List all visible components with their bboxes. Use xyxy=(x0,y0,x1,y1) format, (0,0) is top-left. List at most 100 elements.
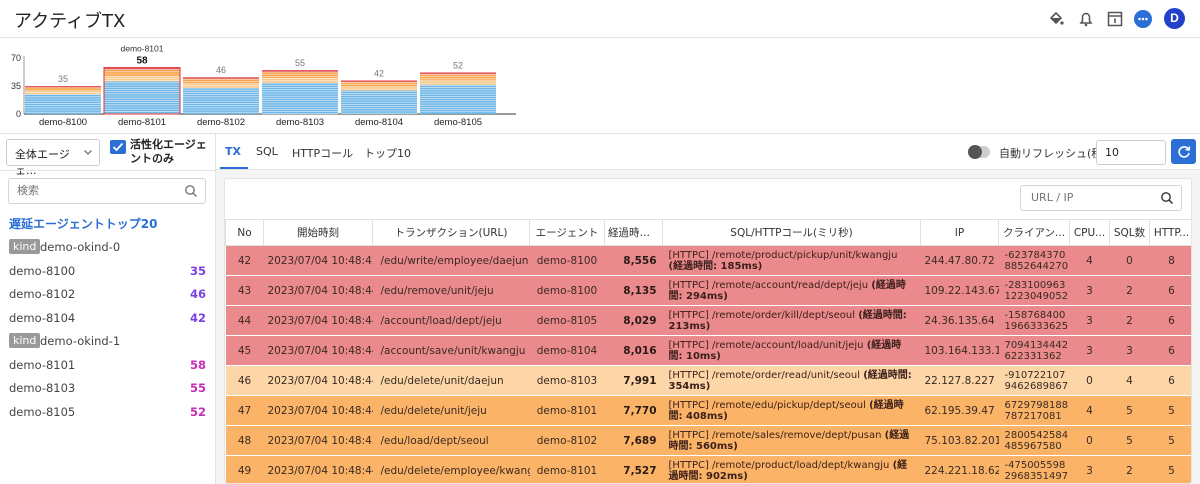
elapsed-time-cell: 8,135 xyxy=(604,275,663,306)
agent-cell: demo-8101 xyxy=(529,455,605,483)
bell-icon[interactable] xyxy=(1076,9,1096,29)
agent-name: demo-8100 xyxy=(9,263,76,278)
table-row[interactable]: 49 2023/07/04 10:48:44/edu/delete/employe… xyxy=(225,455,1191,483)
info-panel-icon[interactable] xyxy=(1105,9,1125,29)
transaction-url-cell: /edu/load/dept/seoul xyxy=(372,425,530,456)
sql-count-cell: 3 xyxy=(1109,335,1150,366)
x-tick-label: demo-8104 xyxy=(355,117,403,128)
sql-http-call-cell: [HTTPC] /remote/order/kill/dept/seoul (経… xyxy=(662,305,921,336)
sql-count-cell: 5 xyxy=(1109,425,1150,456)
top20-heading[interactable]: 遅延エージェントトップ20 xyxy=(9,215,157,232)
table-row[interactable]: 47 2023/07/04 10:48:44/edu/delete/unit/je… xyxy=(225,395,1191,426)
cpu-cell: 0 xyxy=(1069,425,1110,456)
app-header: アクティブTX D xyxy=(0,0,1200,38)
chart-svg: 0 35 70 35 demo-8100 58 demo-8101 demo-8101 46 de… xyxy=(11,44,516,128)
kind-badge: kind xyxy=(9,239,41,254)
column-header[interactable]: CPU... xyxy=(1069,219,1110,246)
elapsed-time-cell: 7,527 xyxy=(604,455,663,483)
sql-count-cell: 2 xyxy=(1109,455,1150,483)
transaction-url-cell: /account/load/dept/jeju xyxy=(372,305,530,336)
call-path: [HTTPC] /remote/product/load/dept/kwangj… xyxy=(668,459,890,471)
kind-group-row[interactable]: kind demo-okind-0 xyxy=(0,235,216,259)
tab-top10[interactable]: トップ10 xyxy=(364,145,411,161)
column-header[interactable]: HTTP... xyxy=(1149,219,1191,246)
url-ip-search-input[interactable] xyxy=(1031,191,1151,204)
table-header-row: No 開始時刻 トランザクション(URL) エージェント 経過時間... SQL/HTTP… xyxy=(225,219,1191,246)
tx-no-cell: 43 xyxy=(225,275,264,306)
table-row[interactable]: 42 2023/07/04 10:48:43/edu/write/employee… xyxy=(225,245,1191,276)
agent-filter-select[interactable]: 全体エージェ... xyxy=(6,139,100,177)
kind-badge: kind xyxy=(9,333,41,348)
column-header[interactable]: クライアン... xyxy=(998,219,1070,246)
agent-list-item[interactable]: demo-8105 52 xyxy=(0,400,216,424)
column-header[interactable]: 経過時間... xyxy=(604,219,663,246)
search-icon[interactable] xyxy=(1160,191,1174,208)
column-header[interactable]: SQL/HTTPコール(ミリ秒) xyxy=(662,219,921,246)
tab-http-call[interactable]: HTTPコール xyxy=(292,145,353,161)
ip-cell: 103.164.133.179 xyxy=(920,335,999,366)
agent-list-item[interactable]: demo-8101 58 xyxy=(0,353,216,377)
agent-list-item[interactable]: demo-8103 55 xyxy=(0,376,216,400)
start-time-cell: 2023/07/04 10:48:44 xyxy=(263,275,373,306)
column-header[interactable]: SQL数 xyxy=(1109,219,1150,246)
column-header[interactable]: 開始時刻 xyxy=(263,219,373,246)
sql-count-cell: 4 xyxy=(1109,365,1150,396)
agent-cell: demo-8103 xyxy=(529,365,605,396)
http-count-cell: 5 xyxy=(1149,395,1191,426)
tab-sql[interactable]: SQL xyxy=(256,145,278,158)
http-count-cell: 5 xyxy=(1149,455,1191,483)
tabs-bar: TX SQL HTTPコール トップ10 自動リフレッシュ(秒) 10 xyxy=(216,134,1200,170)
ip-cell: 22.127.8.227 xyxy=(920,365,999,396)
agent-cell: demo-8102 xyxy=(529,425,605,456)
cpu-cell: 3 xyxy=(1069,305,1110,336)
sql-http-call-cell: [HTTPC] /remote/product/load/dept/kwangj… xyxy=(662,455,921,483)
search-icon[interactable] xyxy=(184,184,198,201)
column-header[interactable]: IP xyxy=(920,219,999,246)
auto-refresh-toggle[interactable] xyxy=(968,145,990,159)
agent-name: demo-8102 xyxy=(9,287,76,301)
table-row[interactable]: 48 2023/07/04 10:48:43/edu/load/dept/seou… xyxy=(225,425,1191,456)
paint-bucket-icon[interactable] xyxy=(1046,9,1066,29)
x-tick-label: demo-8103 xyxy=(276,117,324,128)
call-path: [HTTPC] /remote/order/kill/dept/seoul xyxy=(668,309,856,321)
agent-list-item[interactable]: demo-8100 35 xyxy=(0,259,216,283)
divider xyxy=(0,170,216,171)
refresh-button[interactable] xyxy=(1171,139,1196,164)
http-count-cell: 8 xyxy=(1149,245,1191,276)
bar-segment xyxy=(25,94,101,114)
call-path: [HTTPC] /remote/sales/remove/dept/pusan xyxy=(668,429,882,441)
kind-group-row[interactable]: kind demo-okind-1 xyxy=(0,329,216,353)
table-row[interactable]: 43 2023/07/04 10:48:44/edu/remove/unit/je… xyxy=(225,275,1191,306)
transaction-url-cell: /edu/delete/unit/jeju xyxy=(372,395,530,426)
transaction-url-cell: /edu/write/employee/daejun xyxy=(372,245,530,276)
agent-tx-count: 58 xyxy=(189,357,206,372)
bar-segment xyxy=(183,77,259,80)
column-header[interactable]: トランザクション(URL) xyxy=(372,219,530,246)
agent-search-box[interactable] xyxy=(8,178,206,204)
table-row[interactable]: 46 2023/07/04 10:48:44/edu/delete/unit/da… xyxy=(225,365,1191,396)
agent-list: kind demo-okind-0 demo-8100 35 demo-8102 46 de… xyxy=(0,235,216,423)
bar-value-label: 58 xyxy=(136,56,148,67)
sql-http-call-cell: [HTTPC] /remote/edu/pickup/dept/seoul (経… xyxy=(662,395,921,426)
tx-no-cell: 42 xyxy=(225,245,264,276)
call-path: [HTTPC] /remote/edu/pickup/dept/seoul xyxy=(668,399,866,411)
chat-icon[interactable] xyxy=(1133,9,1153,29)
active-only-checkbox[interactable] xyxy=(110,140,126,154)
tab-tx[interactable]: TX xyxy=(225,145,241,158)
http-count-cell: 6 xyxy=(1149,275,1191,306)
refresh-interval-input[interactable]: 10 xyxy=(1096,140,1166,165)
url-ip-search-box[interactable] xyxy=(1020,185,1182,211)
tx-no-cell: 47 xyxy=(225,395,264,426)
agent-list-item[interactable]: demo-8102 46 xyxy=(0,282,216,306)
agent-list-item[interactable]: demo-8104 42 xyxy=(0,306,216,330)
cpu-cell: 3 xyxy=(1069,335,1110,366)
ip-cell: 109.22.143.67 xyxy=(920,275,999,306)
table-row[interactable]: 44 2023/07/04 10:48:44/account/load/dept/… xyxy=(225,305,1191,336)
table-row[interactable]: 45 2023/07/04 10:48:44/account/save/unit/… xyxy=(225,335,1191,366)
column-header[interactable]: No xyxy=(225,219,264,246)
chevron-down-icon xyxy=(83,147,93,160)
agent-search-input[interactable] xyxy=(17,184,177,197)
column-header[interactable]: エージェント xyxy=(529,219,605,246)
avatar[interactable]: D xyxy=(1164,8,1185,29)
ip-cell: 224.221.18.62 xyxy=(920,455,999,483)
